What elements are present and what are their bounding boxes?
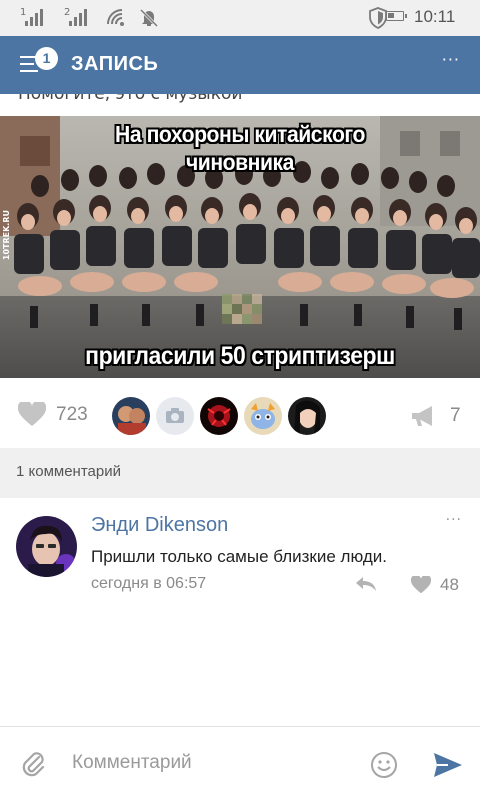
clock: 10:11 — [414, 7, 456, 26]
battery-icon — [386, 11, 407, 21]
meme-caption-top: На похороны китайского чиновника — [19, 120, 461, 176]
liker-avatar[interactable] — [112, 397, 150, 435]
comment-like-count: 48 — [440, 575, 459, 594]
comment-input[interactable] — [60, 747, 350, 779]
heart-icon — [411, 576, 431, 594]
post-text: Помогите, это с музыкой — [18, 94, 243, 104]
comment-date: сегодня в 06:57 — [91, 575, 207, 592]
notification-badge[interactable]: 1 — [35, 47, 58, 70]
watermark: 10TREK.RU — [2, 210, 11, 261]
comment-author-name[interactable]: Энди Dikenson — [91, 514, 228, 537]
like-button[interactable]: 723 — [18, 402, 88, 427]
smiley-icon[interactable] — [370, 751, 398, 779]
post-text-cut: Помогите, это с музыкой — [0, 94, 480, 116]
heart-icon — [18, 402, 46, 426]
liker-avatar[interactable] — [200, 397, 238, 435]
more-dots-icon[interactable]: ··· — [442, 50, 460, 69]
comment-author-avatar[interactable] — [16, 516, 77, 577]
megaphone-icon — [412, 406, 432, 426]
liker-avatar[interactable] — [288, 397, 326, 435]
post-image[interactable]: На похороны китайского чиновника приглас… — [0, 116, 480, 378]
camera-icon — [166, 408, 184, 423]
liker-avatar[interactable] — [244, 397, 282, 435]
status-bar: 1 2 10:11 — [0, 0, 480, 36]
paperclip-icon[interactable] — [20, 749, 46, 779]
app-header: 1 ЗАПИСЬ ··· — [0, 36, 480, 94]
comment-more-dots-icon[interactable]: ··· — [446, 512, 462, 528]
comment-item[interactable]: Энди Dikenson ··· Пришли только самые бл… — [0, 498, 480, 608]
comment-like-button[interactable]: 48 — [411, 575, 459, 595]
sim1-signal-icon — [25, 9, 43, 26]
comments-header: 1 комментарий — [0, 448, 480, 498]
sim2-signal-icon — [69, 9, 87, 26]
comments-count-label: 1 комментарий — [16, 463, 121, 480]
page-title: ЗАПИСЬ — [71, 53, 159, 75]
comment-composer — [0, 726, 480, 800]
wifi-icon — [107, 9, 124, 26]
share-count: 7 — [450, 405, 461, 426]
like-count: 723 — [56, 403, 88, 425]
meme-caption-line1: На похороны китайского — [115, 121, 365, 147]
meme-caption-bottom: пригласили 50 стриптизерш — [85, 342, 395, 370]
liker-camera-placeholder[interactable] — [156, 397, 194, 435]
comment-text: Пришли только самые близкие люди. — [91, 547, 387, 566]
reply-icon[interactable] — [355, 576, 377, 592]
quiet-hours-bell-icon — [139, 8, 159, 28]
send-icon[interactable] — [433, 752, 463, 778]
share-button[interactable]: 7 — [410, 404, 461, 428]
battery-saver-shield-icon — [369, 7, 387, 29]
post-actions: 723 7 — [0, 378, 480, 448]
meme-caption-line2: чиновника — [185, 149, 295, 175]
